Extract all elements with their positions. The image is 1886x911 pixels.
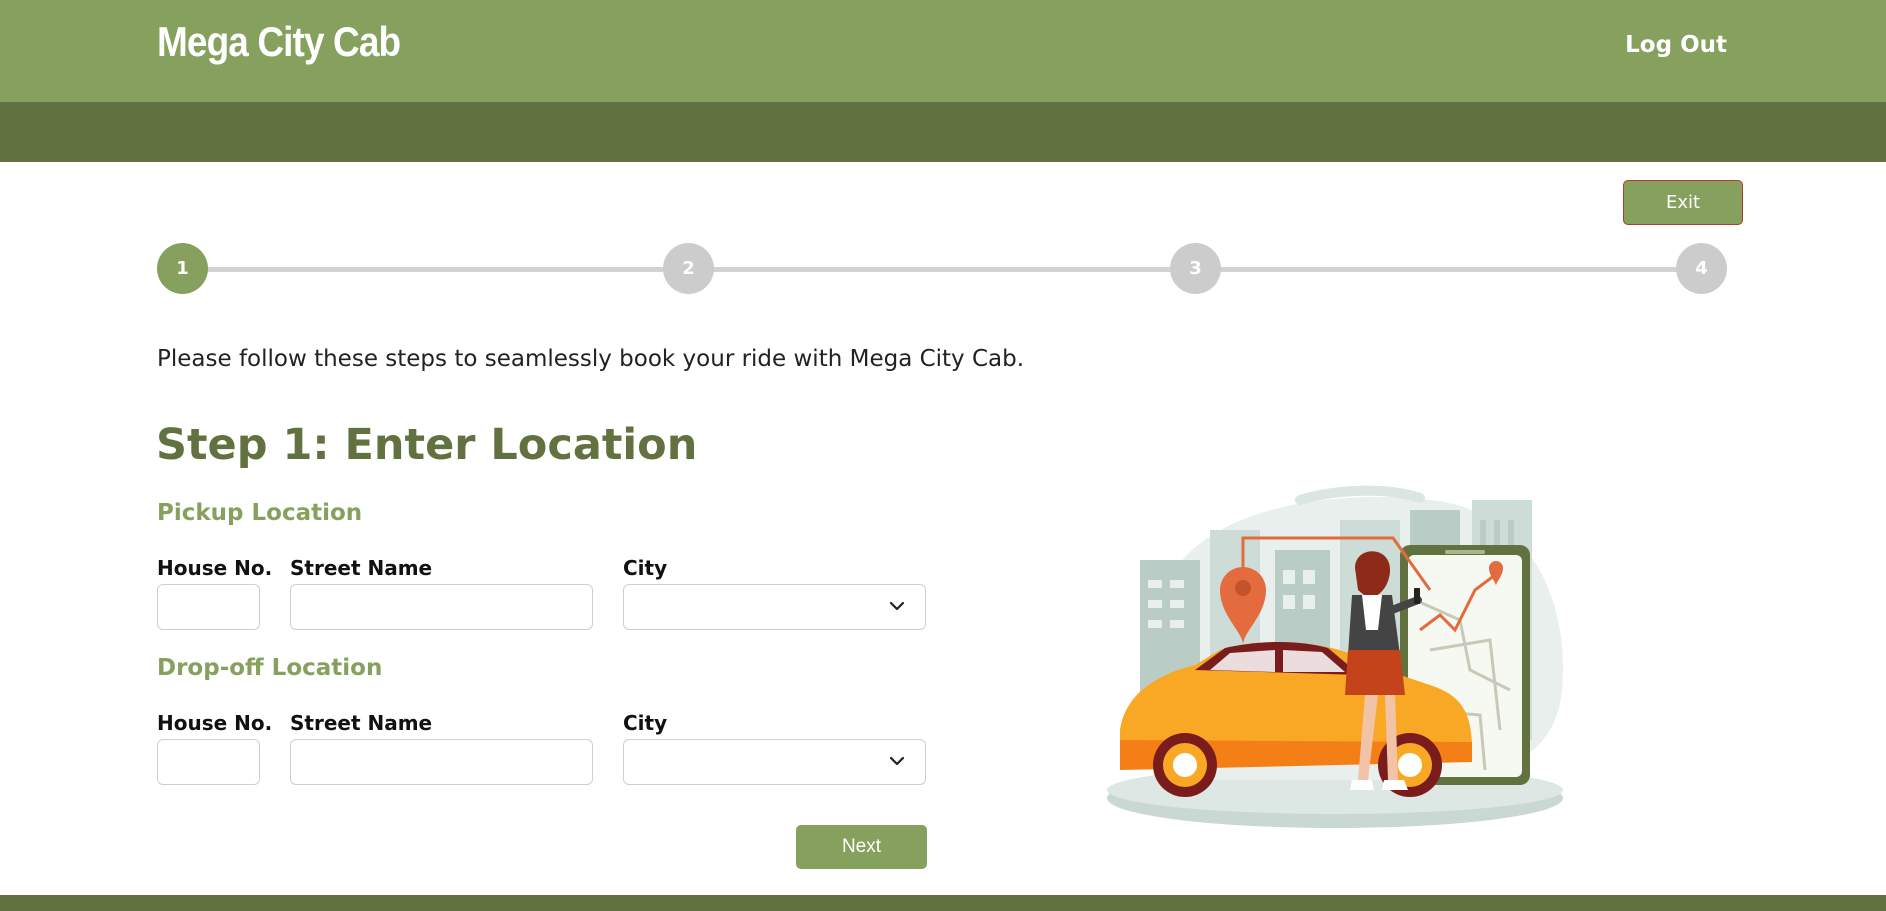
step-indicator-2: 2 — [663, 243, 714, 294]
pickup-section-title: Pickup Location — [157, 500, 363, 526]
chevron-down-icon — [889, 601, 905, 611]
step-indicator-3: 3 — [1170, 243, 1221, 294]
step-indicator-1: 1 — [157, 243, 208, 294]
exit-button[interactable]: Exit — [1623, 180, 1743, 225]
logout-link[interactable]: Log Out — [1625, 32, 1727, 58]
footer-bar — [0, 895, 1886, 911]
brand-logo[interactable]: Mega City Cab — [157, 18, 401, 66]
pickup-house-input[interactable] — [157, 584, 260, 630]
dropoff-street-label: Street Name — [290, 711, 433, 735]
dropoff-section-title: Drop-off Location — [157, 655, 383, 681]
pickup-street-input[interactable] — [290, 584, 593, 630]
dropoff-house-label: House No. — [157, 711, 273, 735]
dropoff-house-input[interactable] — [157, 739, 260, 785]
pickup-street-label: Street Name — [290, 556, 433, 580]
dropoff-city-label: City — [623, 711, 668, 735]
sub-navigation-bar — [0, 102, 1886, 162]
pickup-city-select[interactable] — [623, 584, 926, 630]
pickup-house-label: House No. — [157, 556, 273, 580]
chevron-down-icon — [889, 756, 905, 766]
dropoff-street-input[interactable] — [290, 739, 593, 785]
step-indicator-4: 4 — [1676, 243, 1727, 294]
taxi-booking-illustration — [1107, 485, 1563, 828]
stepper-track — [183, 267, 1701, 272]
step-title: Step 1: Enter Location — [156, 420, 698, 470]
next-button[interactable]: Next — [796, 825, 927, 869]
progress-stepper: 1 2 3 4 — [157, 243, 1727, 295]
intro-text: Please follow these steps to seamlessly … — [157, 346, 1025, 372]
top-header: Mega City Cab Log Out — [0, 0, 1886, 102]
pickup-city-label: City — [623, 556, 668, 580]
dropoff-city-select[interactable] — [623, 739, 926, 785]
